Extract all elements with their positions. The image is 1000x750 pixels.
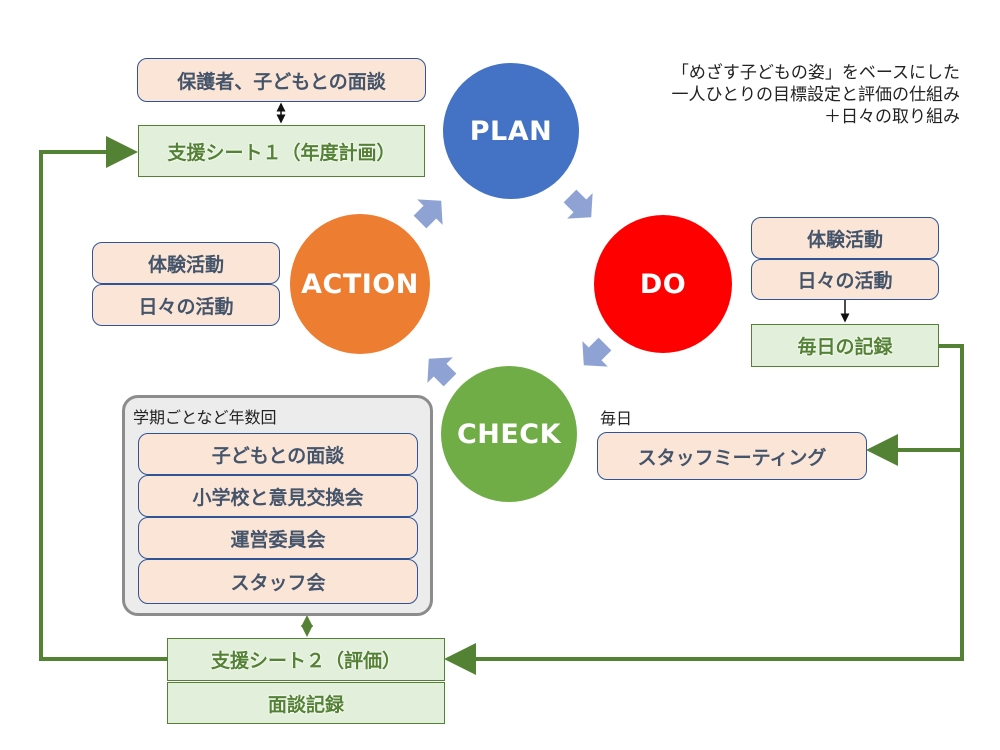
action-circle: ACTION bbox=[290, 214, 430, 354]
action-experience-activities-label: 体験活動 bbox=[147, 253, 224, 276]
staff-meeting-label: スタッフミーティング bbox=[637, 446, 827, 469]
periodic-group-title: 学期ごとなど年数回 bbox=[133, 408, 277, 427]
do-label: DO bbox=[639, 268, 687, 300]
interview-record-label: 面談記録 bbox=[267, 693, 344, 716]
do-daily-activities-box: 日々の活動 bbox=[751, 259, 939, 300]
action-daily-activities-label: 日々の活動 bbox=[138, 295, 234, 318]
child-interview-box: 子どもとの面談 bbox=[138, 433, 418, 475]
action-label: ACTION bbox=[301, 268, 419, 300]
parent-child-interview-box: 保護者、子どもとの面談 bbox=[137, 58, 426, 102]
description-line-2: 一人ひとりの目標設定と評価の仕組み bbox=[671, 85, 961, 105]
daily-record-label: 毎日の記録 bbox=[797, 336, 893, 358]
steering-committee-box: 運営委員会 bbox=[138, 517, 418, 559]
staff-meeting-group-box: スタッフ会 bbox=[138, 559, 418, 604]
cycle-arrows bbox=[413, 189, 612, 387]
support-sheet-1-label: 支援シート１（年度計画） bbox=[167, 141, 396, 164]
action-daily-activities-box: 日々の活動 bbox=[92, 284, 280, 326]
do-daily-activities-label: 日々の活動 bbox=[797, 270, 893, 292]
steering-committee-label: 運営委員会 bbox=[230, 528, 326, 551]
support-sheet-2-label: 支援シート２（評価） bbox=[210, 650, 401, 672]
interview-record-box: 面談記録 bbox=[167, 682, 445, 724]
check-circle: CHECK bbox=[441, 366, 577, 502]
parent-child-interview-label: 保護者、子どもとの面談 bbox=[177, 70, 386, 93]
arrow-check-to-action bbox=[427, 357, 457, 387]
support-sheet-2-box: 支援シート２（評価） bbox=[167, 638, 445, 681]
staff-meeting-group-label: スタッフ会 bbox=[230, 572, 326, 594]
description-line-1: 「めざす子どもの姿」をベースにした bbox=[671, 63, 960, 83]
action-experience-activities-box: 体験活動 bbox=[92, 242, 280, 284]
daily-record-box: 毎日の記録 bbox=[751, 324, 939, 367]
do-experience-activities-label: 体験活動 bbox=[806, 228, 883, 251]
description: 「めざす子どもの姿」をベースにした 一人ひとりの目標設定と評価の仕組み ＋日々の… bbox=[600, 62, 961, 128]
staff-meeting-box: スタッフミーティング bbox=[597, 432, 867, 480]
child-interview-label: 子どもとの面談 bbox=[211, 444, 345, 467]
plan-label: PLAN bbox=[469, 115, 553, 147]
description-line-3: ＋日々の取り組み bbox=[824, 107, 960, 127]
arrow-do-to-check bbox=[582, 337, 612, 367]
school-exchange-box: 小学校と意見交換会 bbox=[138, 475, 418, 517]
check-label: CHECK bbox=[456, 418, 562, 450]
plan-circle: PLAN bbox=[443, 63, 579, 199]
do-experience-activities-box: 体験活動 bbox=[751, 217, 939, 259]
support-sheet-1-box: 支援シート１（年度計画） bbox=[138, 125, 425, 177]
do-circle: DO bbox=[594, 215, 732, 353]
arrow-plan-to-do bbox=[563, 189, 593, 219]
arrow-action-to-plan bbox=[413, 199, 443, 229]
daily-label: 毎日 bbox=[600, 409, 633, 428]
school-exchange-label: 小学校と意見交換会 bbox=[192, 486, 364, 509]
